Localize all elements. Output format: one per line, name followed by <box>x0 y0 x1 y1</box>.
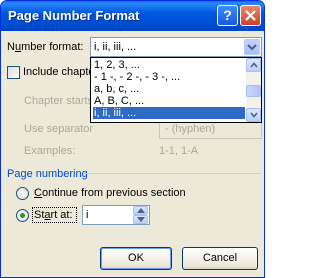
scroll-down-button[interactable] <box>246 108 261 122</box>
dialog-body: Number format: i, ii, iii, ... Include c… <box>1 31 264 277</box>
help-icon: ? <box>223 7 232 23</box>
ok-button[interactable]: OK <box>100 247 172 270</box>
spin-down-button[interactable] <box>133 215 148 224</box>
number-format-dropdown[interactable]: i, ii, iii, ... <box>90 37 262 57</box>
list-item[interactable]: 1, 2, 3, ... <box>93 59 245 71</box>
examples-value: 1-1, 1-A <box>159 145 199 157</box>
chapter-starts-label: Chapter starts <box>24 95 94 107</box>
start-at-radio[interactable] <box>16 209 29 222</box>
dialog-window: Page Number Format ? Number format: i, i… <box>0 0 265 278</box>
cancel-button[interactable]: Cancel <box>182 247 258 270</box>
chevron-up-icon <box>136 208 145 213</box>
page-numbering-group-label: Page numbering <box>7 168 88 180</box>
include-chapter-checkbox[interactable] <box>7 66 20 79</box>
focus-rectangle <box>32 207 77 223</box>
chevron-down-icon <box>247 44 257 51</box>
title-bar[interactable]: Page Number Format ? <box>1 1 264 31</box>
options-scrollbar[interactable] <box>246 58 261 122</box>
help-button[interactable]: ? <box>217 5 238 26</box>
scroll-up-button[interactable] <box>246 58 261 72</box>
close-icon <box>245 10 256 21</box>
use-separator-label: Use separator <box>24 123 94 135</box>
number-format-label: Number format: <box>7 41 84 53</box>
chevron-up-icon <box>249 62 258 68</box>
list-item[interactable]: - 1 -, - 2 -, - 3 -, ... <box>93 71 245 83</box>
number-format-options-list[interactable]: 1, 2, 3, ... - 1 -, - 2 -, - 3 -, ... a,… <box>90 57 262 123</box>
dialog-title: Page Number Format <box>8 8 140 23</box>
close-button[interactable] <box>240 5 261 26</box>
list-item[interactable]: A, B, C, ... <box>93 95 245 107</box>
start-at-value: i <box>86 209 89 221</box>
spin-up-button[interactable] <box>133 206 148 215</box>
dropdown-toggle-button[interactable] <box>244 39 260 55</box>
include-chapter-label: Include chapte <box>23 66 95 78</box>
examples-label: Examples: <box>24 145 76 157</box>
continue-from-previous-radio[interactable] <box>16 187 29 200</box>
scroll-thumb[interactable] <box>246 85 261 97</box>
group-divider <box>83 173 261 174</box>
chevron-down-icon <box>136 217 145 222</box>
continue-from-previous-label: Continue from previous section <box>34 187 186 199</box>
separator-value: - (hyphen) <box>165 123 216 135</box>
chevron-down-icon <box>249 112 258 118</box>
radio-selected-dot <box>20 213 25 218</box>
start-at-spinner[interactable]: i <box>82 205 150 225</box>
list-item-selected[interactable]: i, ii, iii, ... <box>93 107 245 119</box>
number-format-value: i, ii, iii, ... <box>94 41 137 53</box>
list-item[interactable]: a, b, c, ... <box>93 83 245 95</box>
